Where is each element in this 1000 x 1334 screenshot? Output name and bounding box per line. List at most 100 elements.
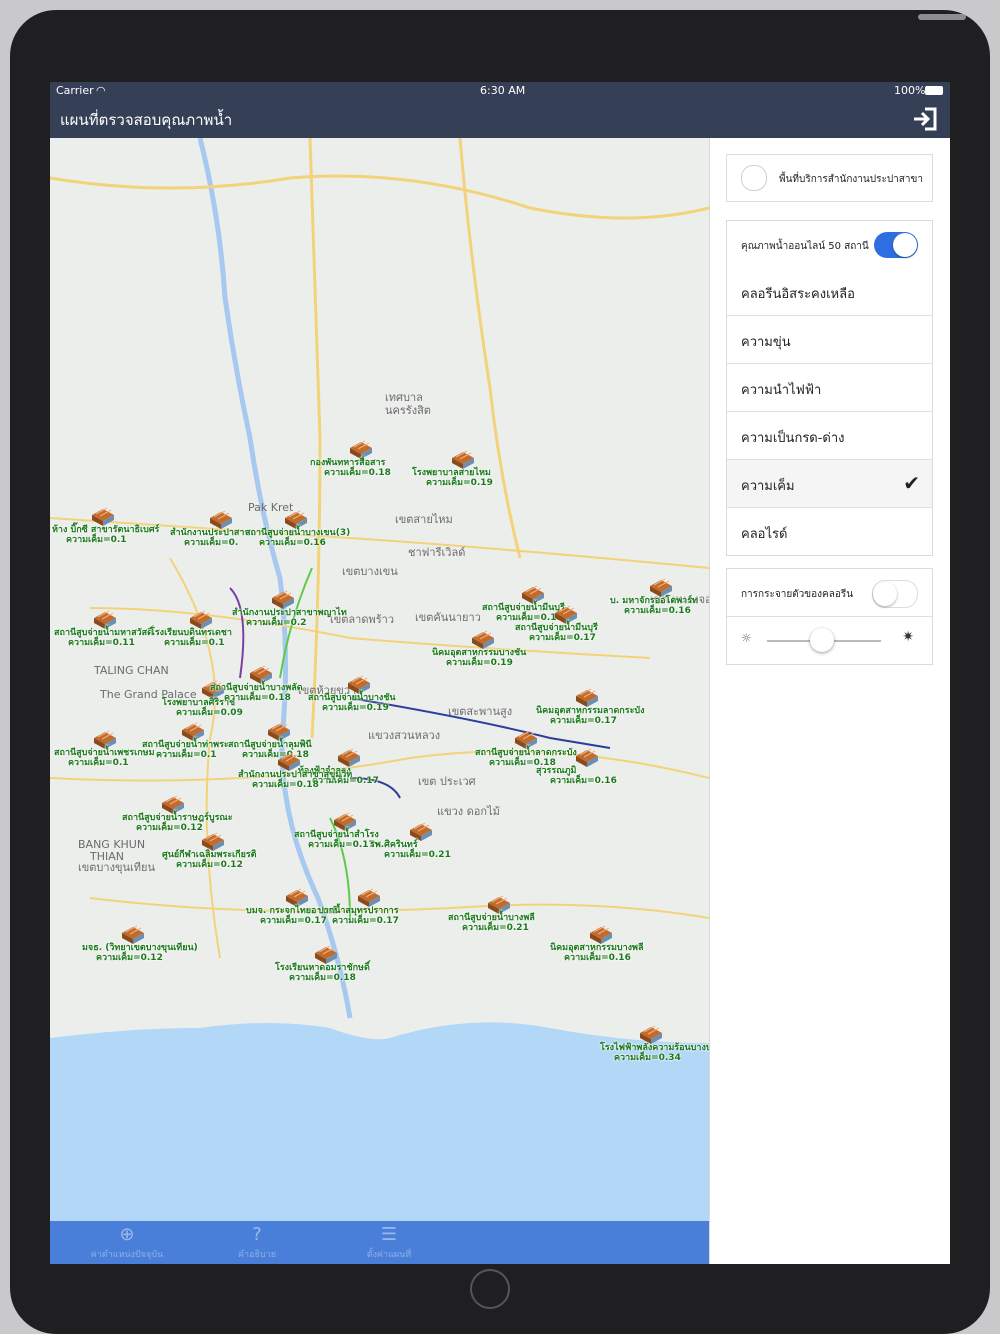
home-button[interactable] — [470, 1269, 510, 1309]
water-station-icon[interactable] — [346, 675, 372, 695]
service-area-radio[interactable] — [741, 165, 767, 191]
online-toggle[interactable] — [874, 232, 918, 258]
water-station-icon[interactable] — [520, 585, 546, 605]
param-row[interactable]: ความเป็นกรด-ด่าง — [727, 411, 932, 459]
service-area-card[interactable]: พื้นที่บริการสำนักงานประปาสาขา — [726, 154, 933, 202]
station-value: ความเค็ม=0.16 — [564, 953, 631, 963]
station-label: สำนักงานประปาสาขาพญาไท ความเค็ม=0.2 — [232, 608, 347, 628]
water-station-icon[interactable] — [553, 605, 579, 625]
app-screen: Carrier ◠ 6:30 AM 100% แผนที่ตรวจสอบคุณภ… — [50, 82, 950, 1264]
tab-legend[interactable]: ? คำอธิบาย — [202, 1221, 312, 1264]
service-area-label: พื้นที่บริการสำนักงานประปาสาขา — [779, 174, 923, 185]
map-view[interactable]: เทศบาล นครรังสิต ชาฟารีเวิลด์ Pak Kret เขตสา… — [50, 138, 709, 1264]
chlorine-toggle-row: การกระจายตัวของคลอรีน — [727, 569, 932, 616]
water-station-icon[interactable] — [513, 730, 539, 750]
water-station-icon[interactable] — [588, 925, 614, 945]
station-value: ความเค็ม=0.18 — [224, 693, 291, 703]
water-station-icon[interactable] — [188, 610, 214, 630]
water-station-icon[interactable] — [120, 925, 146, 945]
water-station-icon[interactable] — [90, 507, 116, 527]
battery-label: 100% — [894, 84, 926, 97]
map-place-label: TALING CHAN — [94, 664, 169, 677]
station-value: ความเค็ม=0.12 — [96, 953, 163, 963]
water-station-icon[interactable] — [486, 895, 512, 915]
station-label: มจธ. (วิทยาเขตบางขุนเทียน) ความเค็ม=0.12 — [82, 943, 198, 963]
water-station-icon[interactable] — [270, 590, 296, 610]
map-place-label: นครรังสิต — [385, 404, 431, 417]
water-station-icon[interactable] — [574, 748, 600, 768]
water-station-icon[interactable] — [638, 1025, 664, 1045]
checkmark-icon: ✔ — [903, 471, 920, 495]
station-label: ศูนย์กีฬาเฉลิมพระเกียรติ ความเค็ม=0.12 — [162, 850, 257, 870]
water-station-icon[interactable] — [180, 722, 206, 742]
station-name: ห้าง บิ๊กซี สาขารัตนาธิเบศร์ — [52, 525, 160, 535]
station-name: สถานีสูบจ่ายน้ำมีนบุรี — [515, 623, 598, 633]
map-place-label: เขต ประเวศ — [418, 775, 476, 788]
water-station-icon[interactable] — [332, 812, 358, 832]
station-value: ความเค็ม=0.18 — [289, 973, 356, 983]
status-bar: Carrier ◠ 6:30 AM 100% — [50, 82, 950, 100]
water-station-icon[interactable] — [276, 752, 302, 772]
tab-map-settings[interactable]: ☰ ตั้งค่าแผนที่ — [334, 1221, 444, 1264]
water-station-icon[interactable] — [160, 795, 186, 815]
page-title: แผนที่ตรวจสอบคุณภาพน้ำ — [60, 111, 233, 129]
water-station-icon[interactable] — [470, 630, 496, 650]
water-station-icon[interactable] — [283, 510, 309, 530]
station-value: ความเค็ม=0.18 — [324, 468, 391, 478]
water-station-icon[interactable] — [348, 440, 374, 460]
station-value: ความเค็ม=0.21 — [384, 850, 451, 860]
water-station-icon[interactable] — [248, 665, 274, 685]
station-name: รพ.ศิครินทร์ — [370, 840, 418, 850]
brightness-slider-thumb[interactable] — [809, 628, 834, 652]
water-station-icon[interactable] — [574, 688, 600, 708]
station-value: ความเค็ม=0.09 — [176, 708, 243, 718]
station-name: โรงเรียนบดินทรเดชา — [150, 628, 232, 638]
chlorine-toggle[interactable] — [872, 580, 918, 608]
power-button — [918, 14, 966, 20]
station-value: ความเค็ม=0.17 — [529, 633, 596, 643]
station-value: ความเค็ม=0.21 — [462, 923, 529, 933]
station-label: สถานีสูบจ่ายน้ำสำโรง ความเค็ม=0.17 — [294, 830, 379, 850]
station-name: นิคมอุตสาหกรรมลาดกระบัง — [536, 706, 645, 716]
station-label: สุวรรณภูมิ ความเค็ม=0.16 — [536, 766, 617, 786]
station-label: รพ.ศิครินทร์ ความเค็ม=0.21 — [370, 840, 451, 860]
station-label: สำนักงานประปาสาขาสุขุมวิท ความเค็ม=0.18 — [238, 770, 352, 790]
water-station-icon[interactable] — [284, 888, 310, 908]
param-row[interactable]: ความเค็ม ✔ — [727, 459, 932, 507]
water-station-icon[interactable] — [408, 822, 434, 842]
question-icon: ? — [252, 1224, 262, 1245]
water-station-icon[interactable] — [208, 510, 234, 530]
water-station-icon[interactable] — [266, 722, 292, 742]
water-quality-card: คุณภาพน้ำออนไลน์ 50 สถานี คลอรีนอิสระคงเ… — [726, 220, 933, 556]
map-place-label: เขตบางขุนเทียน — [78, 861, 155, 874]
water-station-icon[interactable] — [450, 450, 476, 470]
param-row[interactable]: ความนำไฟฟ้า — [727, 363, 932, 411]
station-label: สถานีสูบจ่ายน้ำบางพลัด ความเค็ม=0.18 — [210, 683, 303, 703]
param-row[interactable]: ความขุ่น — [727, 315, 932, 363]
station-name: ศูนย์กีฬาเฉลิมพระเกียรติ — [162, 850, 257, 860]
station-value: ความเค็ม=0.17 — [308, 840, 375, 850]
station-name: สุวรรณภูมิ — [536, 766, 577, 776]
map-place-label: ชาฟารีเวิลด์ — [408, 546, 466, 559]
station-name: กองพันทหารสื่อสาร — [310, 458, 386, 468]
param-label: ความเค็ม — [741, 479, 795, 494]
param-row[interactable]: คลอรีนอิสระคงเหลือ — [727, 268, 932, 315]
carrier-label: Carrier — [56, 84, 94, 97]
station-name: นิคมอุตสาหกรรมบางชัน — [432, 648, 527, 658]
water-station-icon[interactable] — [356, 888, 382, 908]
station-name: สถานีสูบจ่ายน้ำราษฎร์บูรณะ — [122, 813, 233, 823]
station-label: โรงไฟฟ้าพลังความร้อนบางปะกงความเค็ม=0.34 — [600, 1043, 709, 1063]
param-row[interactable]: คลอไรด์ — [727, 507, 932, 555]
logout-icon[interactable] — [912, 107, 938, 131]
station-value: ความเค็ม=0.19 — [426, 478, 493, 488]
water-station-icon[interactable] — [313, 945, 339, 965]
water-station-icon[interactable] — [200, 832, 226, 852]
param-label: ความขุ่น — [741, 335, 791, 350]
map-place-label: เขตคันนายาว — [415, 611, 481, 624]
station-label: สถานีสูบจ่ายน้ำท่าพระ ความเค็ม=0.1 — [142, 740, 229, 760]
water-station-icon[interactable] — [92, 730, 118, 750]
water-station-icon[interactable] — [92, 610, 118, 630]
water-station-icon[interactable] — [648, 578, 674, 598]
tab-current-location[interactable]: ⊕ ค่าตำแหน่งปัจจุบัน — [72, 1221, 182, 1264]
water-station-icon[interactable] — [336, 748, 362, 768]
